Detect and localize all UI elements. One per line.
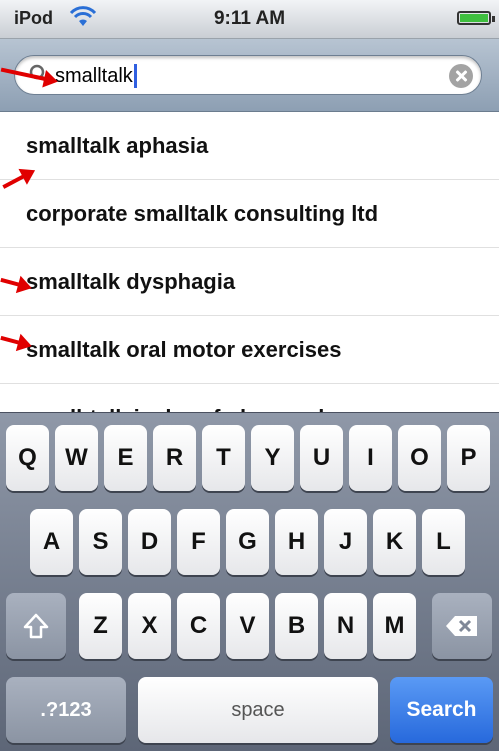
- key-w[interactable]: W: [55, 425, 98, 491]
- key-s[interactable]: S: [79, 509, 122, 575]
- key-u[interactable]: U: [300, 425, 343, 491]
- key-i[interactable]: I: [349, 425, 392, 491]
- suggestion-item[interactable]: smalltalk dysphagia: [0, 248, 499, 316]
- key-q[interactable]: Q: [6, 425, 49, 491]
- space-key[interactable]: space: [138, 677, 378, 743]
- suggestion-item[interactable]: smalltalk aphasia: [0, 112, 499, 180]
- suggestion-item[interactable]: corporate smalltalk consulting ltd: [0, 180, 499, 248]
- numbers-key[interactable]: .?123: [6, 677, 126, 743]
- key-j[interactable]: J: [324, 509, 367, 575]
- key-v[interactable]: V: [226, 593, 269, 659]
- suggestion-item[interactable]: small-talk im beruf - leseprobe: [0, 384, 499, 413]
- search-key[interactable]: Search: [390, 677, 493, 743]
- search-input[interactable]: smalltalk: [14, 55, 482, 95]
- key-l[interactable]: L: [422, 509, 465, 575]
- status-bar: iPod 9:11 AM: [0, 0, 499, 39]
- search-input-value: smalltalk: [55, 64, 137, 88]
- key-b[interactable]: B: [275, 593, 318, 659]
- key-k[interactable]: K: [373, 509, 416, 575]
- key-d[interactable]: D: [128, 509, 171, 575]
- keyboard: Q W E R T Y U I O P A S D F G H J K L Z …: [0, 412, 499, 751]
- key-z[interactable]: Z: [79, 593, 122, 659]
- key-t[interactable]: T: [202, 425, 245, 491]
- shift-icon: [23, 613, 49, 639]
- clear-icon[interactable]: [449, 64, 473, 88]
- delete-key[interactable]: [432, 593, 492, 659]
- key-r[interactable]: R: [153, 425, 196, 491]
- key-e[interactable]: E: [104, 425, 147, 491]
- shift-key[interactable]: [6, 593, 66, 659]
- search-bar: smalltalk: [0, 39, 499, 112]
- suggestion-item[interactable]: smalltalk oral motor exercises: [0, 316, 499, 384]
- key-g[interactable]: G: [226, 509, 269, 575]
- battery-icon: [457, 11, 495, 25]
- key-x[interactable]: X: [128, 593, 171, 659]
- delete-icon: [446, 616, 477, 636]
- key-m[interactable]: M: [373, 593, 416, 659]
- clock: 9:11 AM: [213, 8, 286, 29]
- key-o[interactable]: O: [398, 425, 441, 491]
- key-p[interactable]: P: [447, 425, 490, 491]
- text-caret: [133, 64, 137, 88]
- key-c[interactable]: C: [177, 593, 220, 659]
- key-a[interactable]: A: [30, 509, 73, 575]
- key-y[interactable]: Y: [251, 425, 294, 491]
- key-n[interactable]: N: [324, 593, 367, 659]
- key-h[interactable]: H: [275, 509, 318, 575]
- suggestion-list: smalltalk aphasia corporate smalltalk co…: [0, 112, 499, 412]
- key-f[interactable]: F: [177, 509, 220, 575]
